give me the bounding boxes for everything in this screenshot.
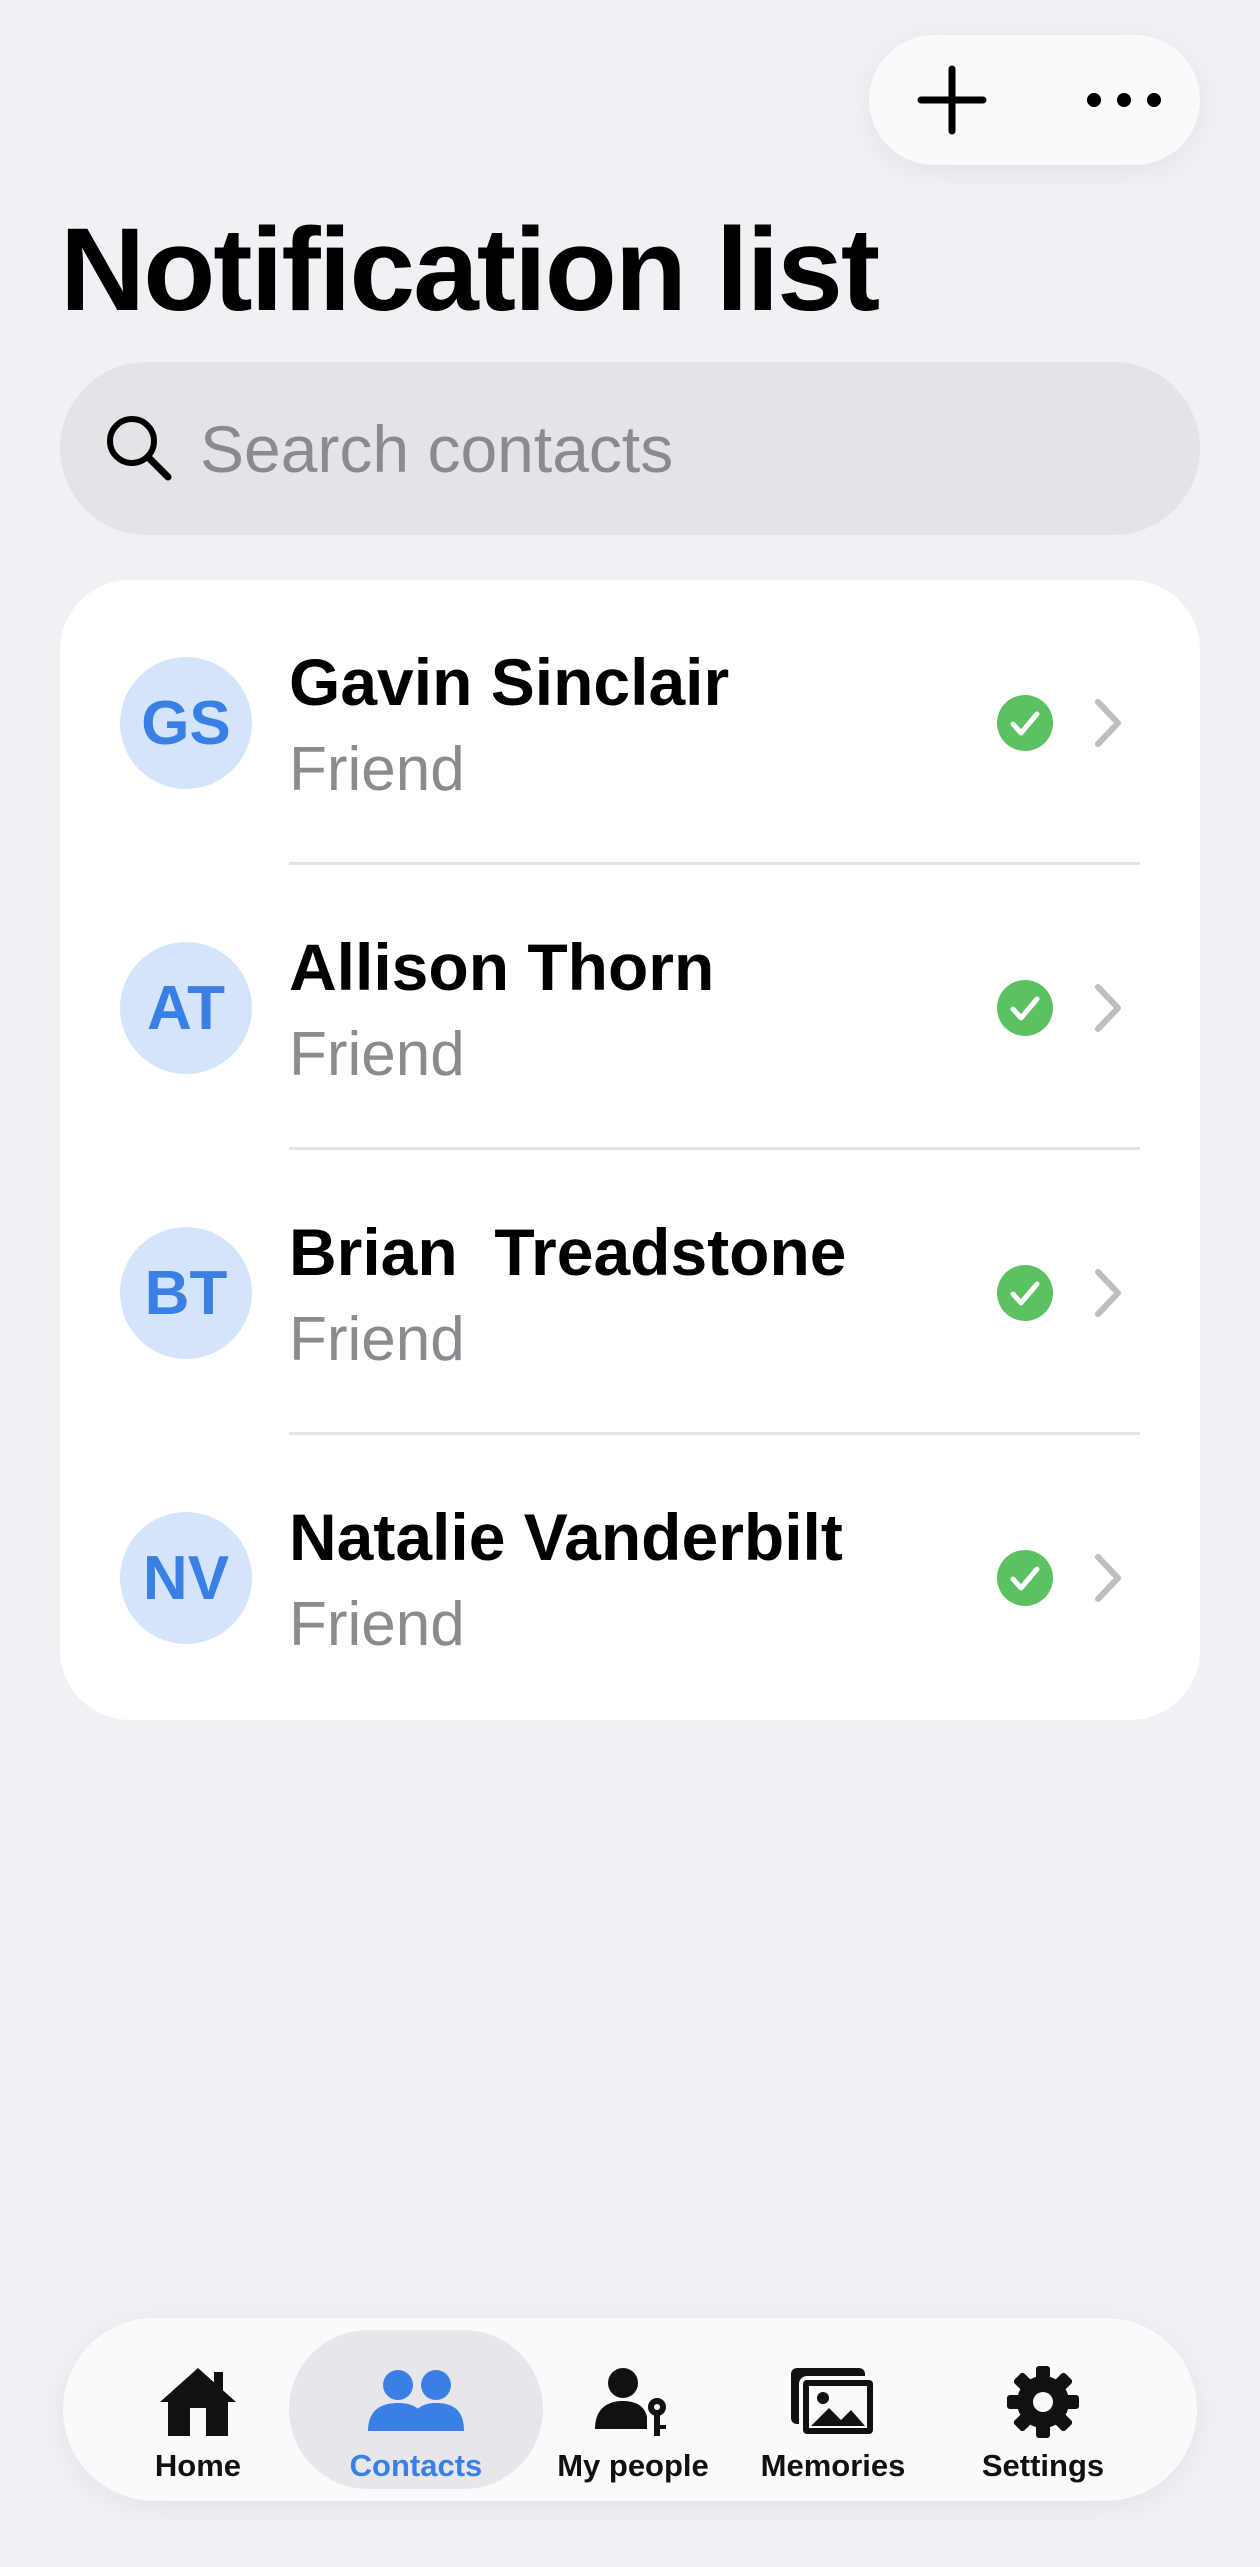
- ellipsis-icon: [1087, 93, 1161, 107]
- plus-icon: [917, 65, 987, 135]
- contact-name: Gavin Sinclair: [289, 645, 730, 719]
- tab-contacts[interactable]: Contacts: [289, 2330, 543, 2489]
- search-icon: [107, 415, 172, 480]
- contact-name: Brian Treadstone: [289, 1215, 847, 1289]
- check-circle-icon: [997, 980, 1053, 1036]
- tab-label: Memories: [760, 2448, 906, 2483]
- tab-label: My people: [557, 2448, 709, 2483]
- page-title: Notification list: [60, 204, 880, 336]
- tab-bar: Home Contacts My people Memories Setting…: [63, 2318, 1197, 2501]
- home-icon: [156, 2364, 240, 2440]
- tab-label: Home: [154, 2448, 242, 2483]
- check-circle-icon: [997, 695, 1053, 751]
- photos-icon: [789, 2364, 877, 2440]
- contact-relation: Friend: [289, 1590, 465, 1659]
- add-button[interactable]: [897, 35, 1007, 165]
- check-circle-icon: [997, 1265, 1053, 1321]
- search-bar[interactable]: [60, 362, 1200, 535]
- gear-icon: [1005, 2364, 1081, 2440]
- more-button[interactable]: [1069, 35, 1179, 165]
- tab-settings[interactable]: Settings: [953, 2330, 1133, 2489]
- chevron-right-icon: [1095, 1554, 1121, 1602]
- chevron-right-icon: [1095, 699, 1121, 747]
- avatar: GS: [120, 657, 252, 789]
- contact-name: Allison Thorn: [289, 930, 715, 1004]
- top-actions-pill: [869, 35, 1200, 165]
- contact-name: Natalie Vanderbilt: [289, 1500, 843, 1574]
- tab-my-people[interactable]: My people: [543, 2330, 723, 2489]
- contact-row[interactable]: BT Brian Treadstone Friend: [60, 1150, 1200, 1435]
- contact-relation: Friend: [289, 1305, 465, 1374]
- contacts-icon: [366, 2364, 466, 2440]
- check-circle-icon: [997, 1550, 1053, 1606]
- contact-row[interactable]: NV Natalie Vanderbilt Friend: [60, 1435, 1200, 1720]
- tab-home[interactable]: Home: [123, 2330, 273, 2489]
- tab-label: Settings: [981, 2448, 1105, 2483]
- chevron-right-icon: [1095, 1269, 1121, 1317]
- contacts-list: GS Gavin Sinclair Friend AT Allison Thor…: [60, 580, 1200, 1720]
- contact-row[interactable]: AT Allison Thorn Friend: [60, 865, 1200, 1150]
- search-input[interactable]: [200, 362, 1180, 535]
- avatar: BT: [120, 1227, 252, 1359]
- contact-row[interactable]: GS Gavin Sinclair Friend: [60, 580, 1200, 865]
- tab-label: Contacts: [349, 2448, 483, 2483]
- avatar: NV: [120, 1512, 252, 1644]
- chevron-right-icon: [1095, 984, 1121, 1032]
- contact-relation: Friend: [289, 735, 465, 804]
- avatar: AT: [120, 942, 252, 1074]
- contact-relation: Friend: [289, 1020, 465, 1089]
- person-key-icon: [593, 2364, 673, 2440]
- tab-memories[interactable]: Memories: [743, 2330, 923, 2489]
